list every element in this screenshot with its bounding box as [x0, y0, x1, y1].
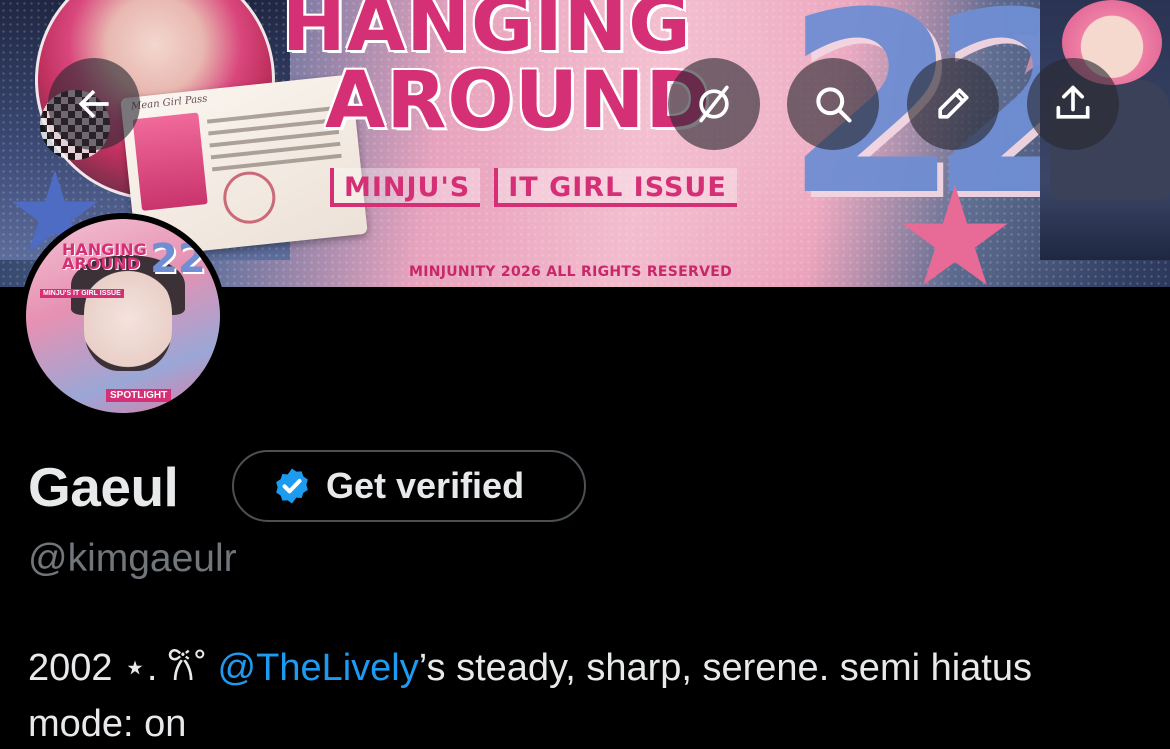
- id-card-lines: [206, 106, 343, 179]
- issue-right: IT GIRL ISSUE: [494, 168, 737, 207]
- avatar-spotlight: SPOTLIGHT: [106, 389, 172, 402]
- search-button[interactable]: [787, 58, 879, 150]
- get-verified-label: Get verified: [326, 465, 525, 506]
- avatar-image: HANGING AROUND 22 MINJU'S IT GIRL ISSUE …: [26, 219, 220, 413]
- edit-button[interactable]: [907, 58, 999, 150]
- bio-text-prefix: 2002 ⋆. 𐙚˚: [28, 647, 218, 689]
- eye-slash-icon: [699, 85, 729, 123]
- id-card-title: Mean Girl Pass: [130, 93, 208, 113]
- banner-issue-row: MINJU'S IT GIRL ISSUE: [330, 168, 737, 207]
- banner-title-line2: AROUND: [325, 56, 712, 146]
- share-icon: [1056, 85, 1090, 119]
- back-button[interactable]: [48, 58, 140, 150]
- username-handle: @kimgaeulr: [28, 537, 237, 580]
- display-name: Gaeul: [28, 456, 179, 518]
- verified-badge-icon: [276, 468, 308, 504]
- issue-left: MINJU'S: [330, 168, 481, 207]
- share-button[interactable]: [1027, 58, 1119, 150]
- profile-bio: 2002 ⋆. 𐙚˚ @TheLively’s steady, sharp, s…: [28, 640, 1148, 749]
- avatar-face: [84, 267, 172, 371]
- avatar-number: 22: [150, 236, 206, 282]
- bio-mention-link[interactable]: @TheLively: [218, 647, 419, 689]
- avatar[interactable]: HANGING AROUND 22 MINJU'S IT GIRL ISSUE …: [20, 213, 226, 419]
- get-verified-button[interactable]: Get verified: [232, 450, 586, 522]
- hide-button[interactable]: [668, 58, 760, 150]
- id-card-photo: [132, 112, 208, 211]
- banner-title-line1: HANGING: [282, 0, 692, 68]
- search-icon: [816, 87, 852, 123]
- verified-stamp: [220, 169, 278, 227]
- arrow-left-icon: [78, 89, 109, 119]
- avatar-tag: MINJU'S IT GIRL ISSUE: [40, 289, 124, 298]
- pencil-icon: [938, 88, 969, 119]
- banner-rights-text: MINJUNITY 2026 ALL RIGHTS RESERVED: [409, 264, 733, 280]
